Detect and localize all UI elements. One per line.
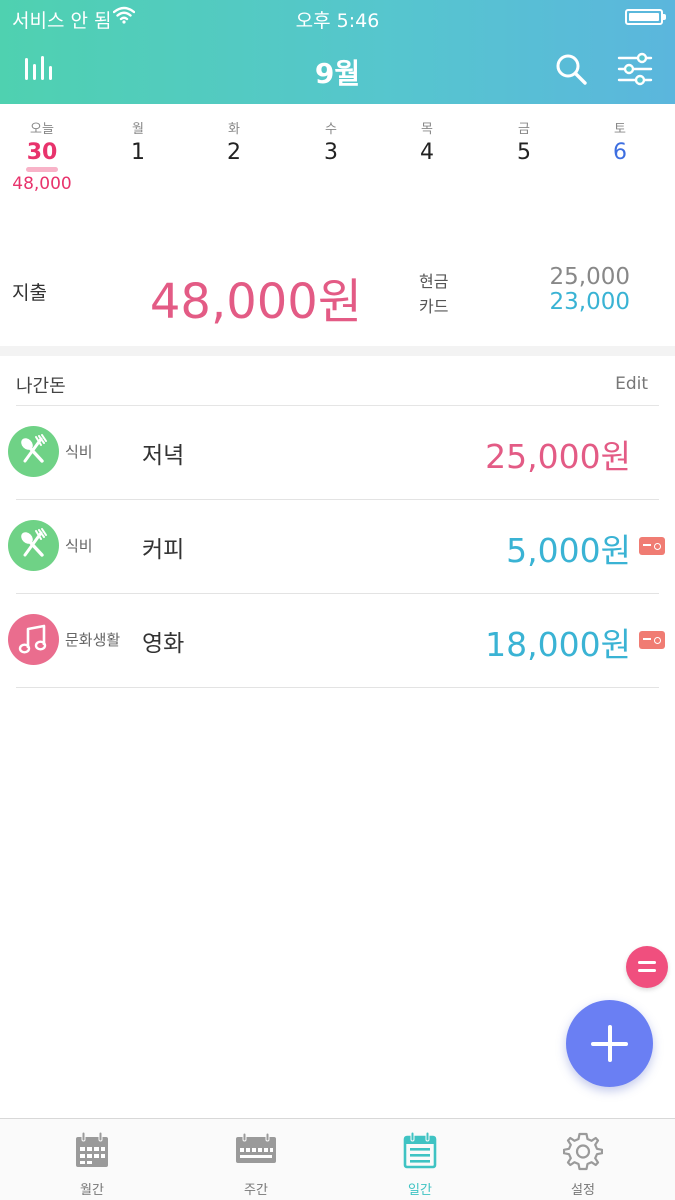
tab-monthly[interactable]: 월간 bbox=[8, 1119, 176, 1200]
tab-label: 주간 bbox=[244, 1183, 268, 1198]
day-date: 2 bbox=[227, 140, 241, 165]
day-of-week-label: 화 bbox=[228, 122, 240, 137]
edit-button[interactable]: Edit bbox=[615, 374, 648, 394]
day-date: 6 bbox=[613, 140, 627, 165]
calendar-month-icon bbox=[76, 1131, 108, 1167]
expense-row[interactable]: 문화생활 영화 18,000원 bbox=[0, 594, 675, 688]
day-of-week-label: 금 bbox=[518, 122, 530, 137]
status-bar: 서비스 안 됨 오후 5:46 bbox=[0, 0, 675, 34]
item-amount: 5,000원 bbox=[506, 531, 631, 570]
today-amount: 48,000 bbox=[12, 174, 72, 194]
gear-icon bbox=[563, 1132, 603, 1171]
day-cell[interactable]: 월 1 bbox=[90, 118, 186, 165]
tab-label: 일간 bbox=[408, 1183, 432, 1198]
day-date: 30 bbox=[26, 140, 58, 165]
expense-row[interactable]: 식비 저녁 25,000원 bbox=[0, 406, 675, 500]
expense-list-title: 나간돈 bbox=[16, 376, 66, 397]
battery-icon bbox=[625, 9, 666, 25]
day-cell[interactable]: 목 4 bbox=[379, 118, 475, 165]
day-cell[interactable]: 화 2 bbox=[186, 118, 282, 165]
day-date: 1 bbox=[131, 140, 145, 165]
tab-label: 설정 bbox=[571, 1183, 595, 1198]
day-cell[interactable]: 수 3 bbox=[283, 118, 379, 165]
day-date: 5 bbox=[517, 140, 531, 165]
day-of-week-label: 목 bbox=[421, 122, 433, 137]
tab-label: 월간 bbox=[80, 1183, 104, 1198]
add-expense-button[interactable] bbox=[566, 1000, 653, 1087]
equals-icon-bar bbox=[638, 961, 656, 964]
app-header: 서비스 안 됨 오후 5:46 9월 bbox=[0, 0, 675, 104]
tab-daily[interactable]: 일간 bbox=[336, 1119, 504, 1200]
equals-icon-bar bbox=[638, 969, 656, 972]
cash-amount: 25,000 bbox=[549, 264, 630, 290]
day-cell-saturday[interactable]: 토 6 bbox=[572, 118, 668, 165]
section-divider bbox=[0, 346, 675, 356]
card-amount: 23,000 bbox=[549, 289, 630, 315]
day-of-week-label: 수 bbox=[325, 122, 337, 137]
search-icon[interactable] bbox=[554, 52, 588, 86]
daily-summary: 지출 48,000원 현금 카드 25,000 23,000 bbox=[0, 240, 675, 340]
expense-list-header: 나간돈 Edit bbox=[0, 356, 675, 406]
day-of-week-label: 오늘 bbox=[30, 122, 54, 137]
item-amount: 18,000원 bbox=[485, 625, 631, 664]
calculator-button[interactable] bbox=[626, 946, 668, 988]
tab-settings[interactable]: 설정 bbox=[499, 1119, 667, 1200]
nav-bar: 9월 bbox=[0, 40, 675, 100]
week-strip: 오늘 30 48,000 월 1 화 2 수 3 목 4 금 5 토 6 bbox=[0, 104, 675, 214]
day-cell-today[interactable]: 오늘 30 48,000 bbox=[0, 118, 90, 194]
expense-row[interactable]: 식비 커피 5,000원 bbox=[0, 500, 675, 594]
credit-card-icon bbox=[639, 537, 665, 555]
tab-weekly[interactable]: 주간 bbox=[172, 1119, 340, 1200]
today-indicator bbox=[26, 167, 58, 172]
tab-bar: 월간 주간 일간 설정 bbox=[0, 1118, 675, 1200]
day-of-week-label: 토 bbox=[614, 122, 626, 137]
day-date: 3 bbox=[324, 140, 338, 165]
divider bbox=[16, 687, 659, 688]
credit-card-icon bbox=[639, 631, 665, 649]
calendar-week-icon bbox=[236, 1132, 276, 1163]
filter-sliders-icon[interactable] bbox=[616, 50, 654, 88]
status-time: 오후 5:46 bbox=[295, 10, 380, 32]
day-of-week-label: 월 bbox=[132, 122, 144, 137]
day-cell[interactable]: 금 5 bbox=[476, 118, 572, 165]
item-amount: 25,000원 bbox=[485, 437, 631, 476]
day-date: 4 bbox=[420, 140, 434, 165]
calendar-day-icon bbox=[403, 1131, 437, 1169]
